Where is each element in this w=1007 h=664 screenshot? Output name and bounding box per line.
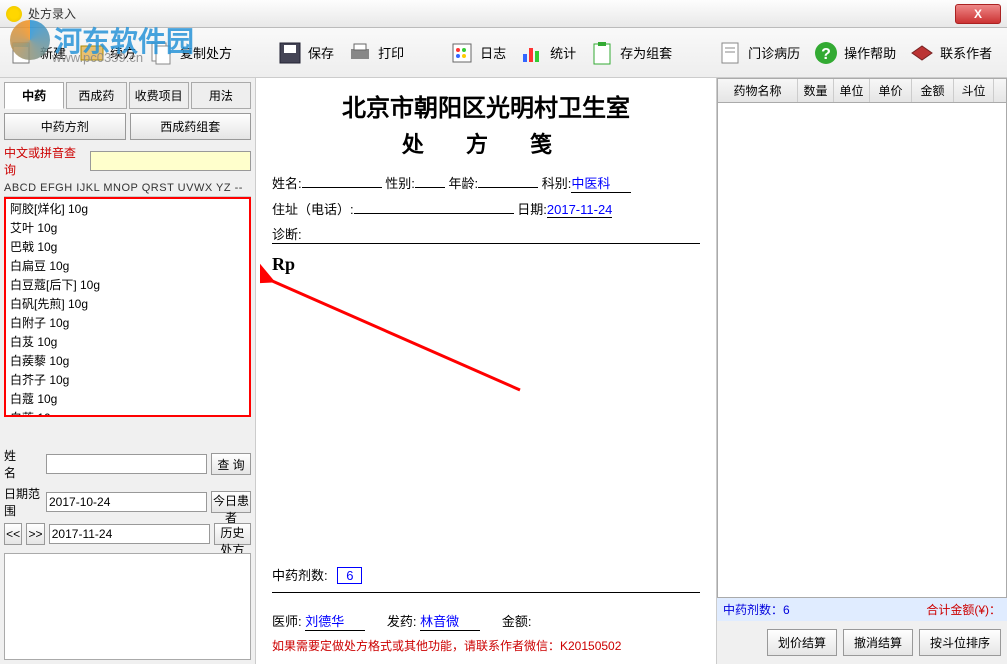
list-item[interactable]: 白蒺藜 10g — [6, 351, 249, 370]
svg-text:?: ? — [821, 46, 831, 63]
help-icon: ? — [813, 40, 839, 66]
print-icon — [347, 40, 373, 66]
list-item[interactable]: 白芨 10g — [6, 332, 249, 351]
log-icon — [449, 40, 475, 66]
saveset-button[interactable]: 存为组套 — [588, 39, 672, 67]
name-field[interactable] — [302, 187, 382, 188]
stat-icon — [519, 40, 545, 66]
category-tabs: 中药 西成药 收费项目 用法 — [4, 82, 251, 109]
cancel-settle-button[interactable]: 撤消结算 — [843, 629, 913, 656]
list-item[interactable]: 艾叶 10g — [6, 218, 249, 237]
close-button[interactable]: X — [955, 4, 1001, 24]
sort-button[interactable]: 按斗位排序 — [919, 629, 1001, 656]
history-rx-button[interactable]: 历史处方 — [214, 523, 251, 545]
left-panel: 中药 西成药 收费项目 用法 中药方剂 西成药组套 中文或拼音查询 ABCD E… — [0, 78, 256, 664]
formula-button[interactable]: 中药方剂 — [4, 113, 126, 140]
list-item[interactable]: 白芥子 10g — [6, 370, 249, 389]
next-button[interactable]: >> — [26, 523, 44, 545]
dispense-field[interactable]: 林音微 — [420, 611, 480, 631]
new-button[interactable]: 新建 — [8, 39, 66, 67]
save-icon — [277, 40, 303, 66]
price-settle-button[interactable]: 划价结算 — [767, 629, 837, 656]
rx-body[interactable] — [272, 275, 700, 559]
help-button[interactable]: ?操作帮助 — [812, 39, 896, 67]
tab-xichengyao[interactable]: 西成药 — [66, 82, 126, 109]
list-item[interactable]: 白莲 10g — [6, 408, 249, 417]
date-from-input[interactable] — [46, 492, 207, 512]
col-unit[interactable]: 单位 — [834, 79, 870, 102]
list-item[interactable]: 白扁豆 10g — [6, 256, 249, 275]
document-icon — [717, 40, 743, 66]
col-name[interactable]: 药物名称 — [718, 79, 798, 102]
right-panel: 药物名称 数量 单位 单价 金额 斗位 中药剂数：6 合计金额(¥)： 划价结算… — [717, 78, 1007, 664]
list-item[interactable]: 巴戟 10g — [6, 237, 249, 256]
name-label: 姓 名 — [4, 447, 42, 481]
save-button[interactable]: 保存 — [276, 39, 334, 67]
outpatient-button[interactable]: 门诊病历 — [716, 39, 800, 67]
search-input[interactable] — [90, 151, 251, 171]
today-patient-button[interactable]: 今日患者 — [211, 491, 251, 513]
list-item[interactable]: 白矾[先煎] 10g — [6, 294, 249, 313]
date-to-input[interactable] — [49, 524, 210, 544]
contact-icon — [909, 40, 935, 66]
tab-zhongyao[interactable]: 中药 — [4, 82, 64, 109]
print-button[interactable]: 打印 — [346, 39, 404, 67]
title-bar: 处方录入 X — [0, 0, 1007, 28]
medicine-grid[interactable]: 药物名称 数量 单位 单价 金额 斗位 — [717, 78, 1007, 598]
new-file-icon — [9, 40, 35, 66]
query-button[interactable]: 查 询 — [211, 453, 251, 475]
sex-field[interactable] — [415, 187, 445, 188]
search-label: 中文或拼音查询 — [4, 144, 86, 178]
tab-shoufei[interactable]: 收费项目 — [129, 82, 189, 109]
stat-button[interactable]: 统计 — [518, 39, 576, 67]
app-icon — [6, 6, 22, 22]
clipboard-icon — [589, 40, 615, 66]
col-pos[interactable]: 斗位 — [954, 79, 994, 102]
prev-button[interactable]: << — [4, 523, 22, 545]
rp-label: Rp — [272, 254, 700, 275]
address-field[interactable] — [354, 213, 514, 214]
continue-button[interactable]: 续方 — [78, 39, 136, 67]
patient-name-input[interactable] — [46, 454, 207, 474]
doses-field[interactable]: 6 — [337, 567, 362, 584]
summary-bar: 中药剂数：6 合计金额(¥)： — [717, 598, 1007, 621]
westmed-set-button[interactable]: 西成药组套 — [130, 113, 252, 140]
date-field[interactable]: 2017-11-24 — [547, 202, 613, 218]
tab-yongfa[interactable]: 用法 — [191, 82, 251, 109]
col-price[interactable]: 单价 — [870, 79, 912, 102]
continue-icon — [79, 40, 105, 66]
col-qty[interactable]: 数量 — [798, 79, 834, 102]
toolbar: 新建 续方 复制处方 保存 打印 日志 统计 存为组套 门诊病历 ?操作帮助 联… — [0, 28, 1007, 78]
list-item[interactable]: 阿胶[烊化] 10g — [6, 199, 249, 218]
contact-button[interactable]: 联系作者 — [908, 39, 992, 67]
clinic-title: 北京市朝阳区光明村卫生室 — [272, 88, 700, 123]
doctor-field[interactable]: 刘德华 — [305, 611, 365, 631]
form-subtitle: 处 方 笺 — [272, 127, 700, 159]
window-title: 处方录入 — [28, 5, 76, 22]
age-field[interactable] — [478, 187, 538, 188]
list-item[interactable]: 白蔻 10g — [6, 389, 249, 408]
history-list[interactable] — [4, 553, 251, 660]
alpha-index[interactable]: ABCD EFGH IJKL MNOP QRST UVWX YZ -- — [4, 180, 251, 197]
log-button[interactable]: 日志 — [448, 39, 506, 67]
dept-field[interactable]: 中医科 — [571, 173, 631, 193]
prescription-form: 北京市朝阳区光明村卫生室 处 方 笺 姓名: 性别: 年龄: 科别:中医科 住址… — [256, 78, 717, 664]
footer-note: 如果需要定做处方格式或其他功能，请联系作者微信：K20150502 — [272, 637, 700, 654]
copy-rx-button[interactable]: 复制处方 — [148, 39, 232, 67]
daterange-label: 日期范围 — [4, 485, 42, 519]
medicine-list[interactable]: 阿胶[烊化] 10g 艾叶 10g 巴戟 10g 白扁豆 10g 白豆蔻[后下]… — [4, 197, 251, 417]
list-item[interactable]: 白豆蔻[后下] 10g — [6, 275, 249, 294]
copy-icon — [149, 40, 175, 66]
list-item[interactable]: 白附子 10g — [6, 313, 249, 332]
col-amount[interactable]: 金额 — [912, 79, 954, 102]
